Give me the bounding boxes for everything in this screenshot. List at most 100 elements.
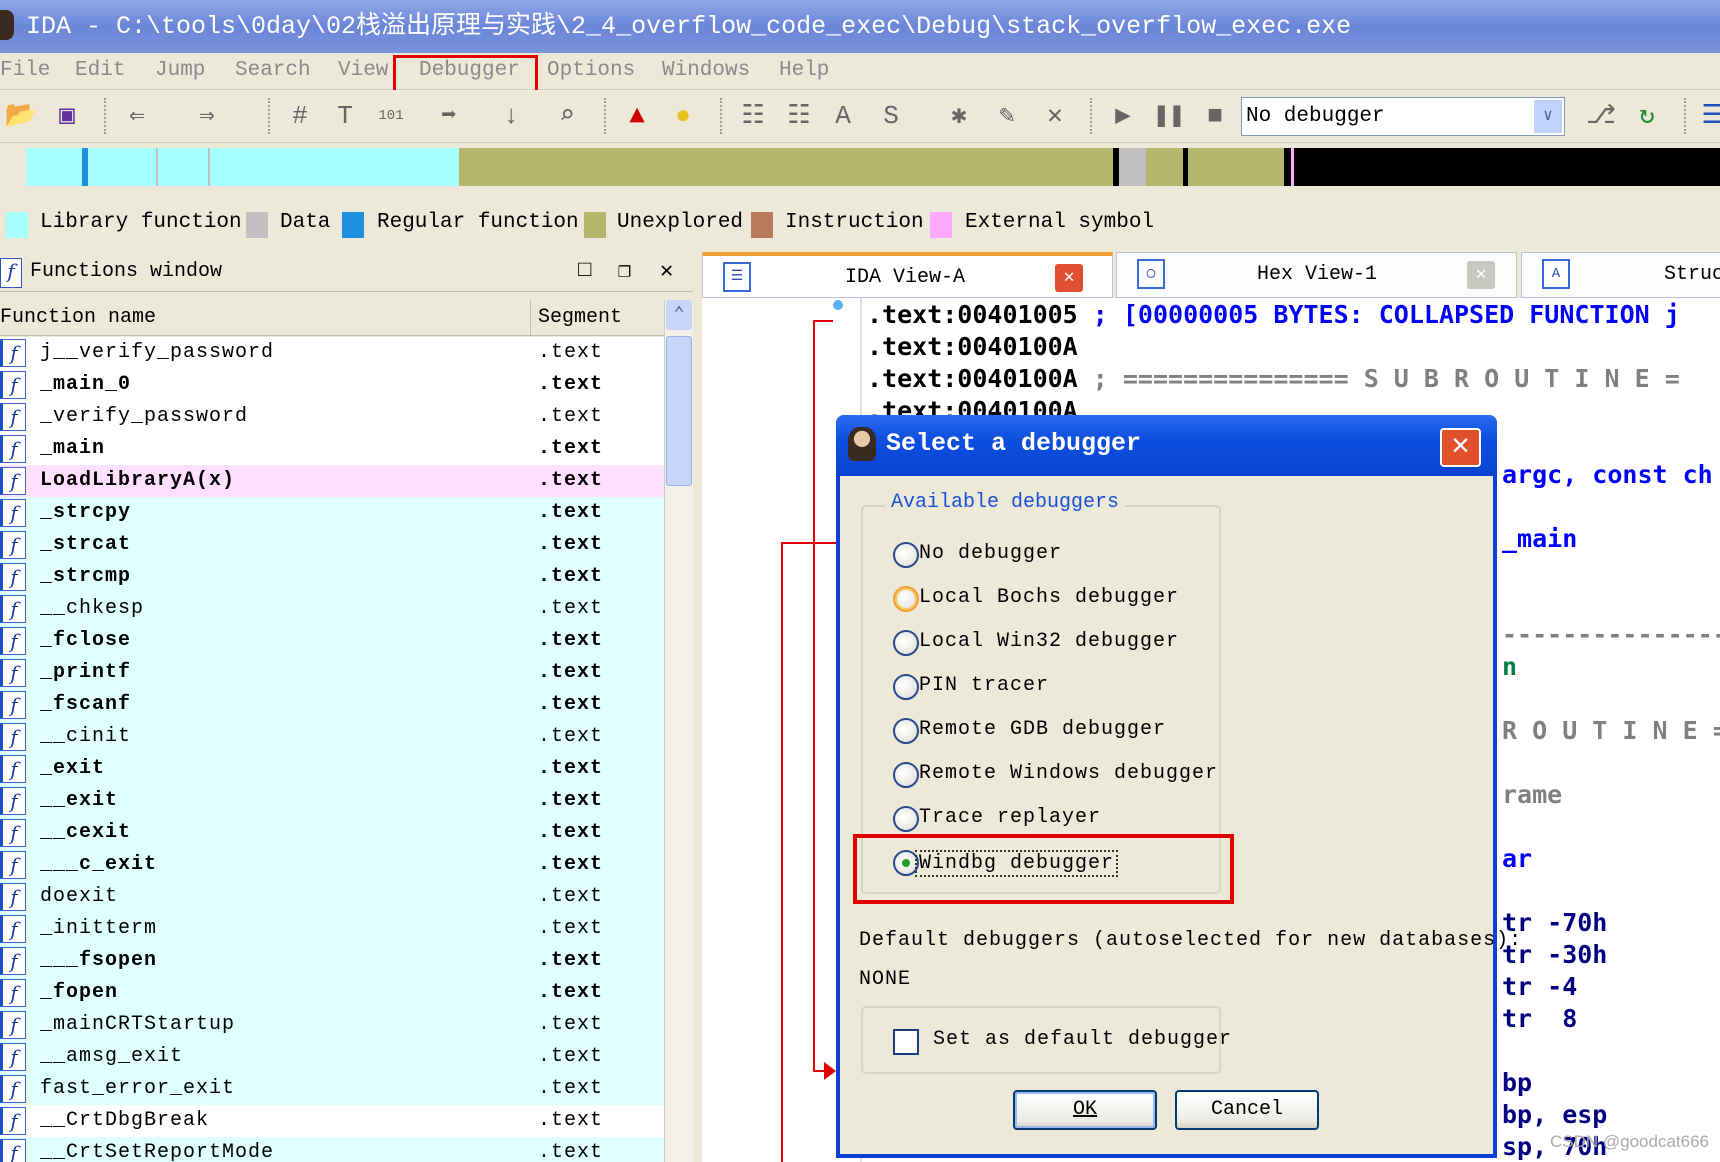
menu-edit[interactable]: Edit <box>75 59 125 82</box>
radio-local-bochs-debugger[interactable] <box>893 586 919 612</box>
restore-icon[interactable]: ❐ <box>618 258 631 284</box>
down-arrow-icon[interactable]: ↓ <box>494 98 528 134</box>
column-header-segment[interactable]: Segment <box>538 306 622 329</box>
menu-search[interactable]: Search <box>235 59 311 82</box>
radio-trace-replayer[interactable] <box>893 806 919 832</box>
function-row[interactable]: f __cinit .text <box>0 721 664 753</box>
function-row[interactable]: f _printf .text <box>0 657 664 689</box>
maximize-icon[interactable]: □ <box>578 258 591 283</box>
column-header-function-name[interactable]: Function name <box>0 306 156 329</box>
menu-help[interactable]: Help <box>779 59 829 82</box>
menu-view[interactable]: View <box>338 59 388 82</box>
function-row[interactable]: f _initterm .text <box>0 913 664 945</box>
code-fragment[interactable]: tr -4 <box>1502 972 1577 1001</box>
radio-label[interactable]: PIN tracer <box>919 674 1049 697</box>
code-fragment[interactable]: bp <box>1502 1068 1532 1097</box>
radio-remote-gdb-debugger[interactable] <box>893 718 919 744</box>
cancel-button[interactable]: Cancel <box>1175 1090 1319 1130</box>
function-row[interactable]: f _main_0 .text <box>0 369 664 401</box>
function-row[interactable]: f __CrtDbgBreak .text <box>0 1105 664 1137</box>
functions-scrollbar[interactable]: ⌃ <box>664 300 693 1162</box>
search-icon[interactable]: ⌕ <box>550 98 584 134</box>
undefine-icon[interactable]: ✱ <box>942 98 976 134</box>
code-fragment[interactable]: n <box>1502 652 1517 681</box>
function-row[interactable]: f __cexit .text <box>0 817 664 849</box>
function-row[interactable]: f _strcmp .text <box>0 561 664 593</box>
jump-icon[interactable]: ➡ <box>432 98 466 134</box>
function-row[interactable]: f _strcat .text <box>0 529 664 561</box>
hex-icon[interactable]: # <box>283 98 317 134</box>
set-default-checkbox[interactable] <box>893 1029 919 1055</box>
data-icon[interactable]: ☷ <box>782 98 816 134</box>
radio-pin-tracer[interactable] <box>893 674 919 700</box>
tab-ida-view-a[interactable]: ☰ IDA View-A ✕ <box>702 252 1113 298</box>
binary-icon[interactable]: 101 <box>374 98 408 134</box>
code-line[interactable]: .text:0040100A <box>867 332 1078 361</box>
pause-icon[interactable]: ❚❚ <box>1152 98 1186 134</box>
open-icon[interactable]: 📂 <box>4 98 38 134</box>
scroll-up-icon[interactable]: ⌃ <box>666 300 692 330</box>
code-fragment[interactable]: tr 8 <box>1502 1004 1577 1033</box>
code-fragment[interactable]: rame <box>1502 780 1562 809</box>
code-line[interactable]: .text:0040100A ; =============== S U B R… <box>867 364 1680 393</box>
back-icon[interactable]: ⇐ <box>120 98 154 134</box>
function-row[interactable]: f doexit .text <box>0 881 664 913</box>
stop-icon[interactable]: ■ <box>1198 98 1232 134</box>
function-row[interactable]: f j__verify_password .text <box>0 337 664 369</box>
struct-icon[interactable]: S <box>874 98 908 134</box>
function-row[interactable]: f __CrtSetReportMode .text <box>0 1137 664 1162</box>
list-icon[interactable]: ☰ <box>1696 98 1720 134</box>
save-icon[interactable]: ▣ <box>50 98 84 134</box>
function-row[interactable]: f LoadLibraryA(x) .text <box>0 465 664 497</box>
tab-hex-view-1[interactable]: ◯ Hex View-1 ✕ <box>1116 252 1517 298</box>
code-fragment[interactable]: _main <box>1502 524 1577 553</box>
checkbox-label[interactable]: Set as default debugger <box>933 1028 1232 1051</box>
close-icon[interactable]: ✕ <box>660 258 673 284</box>
radio-label[interactable]: Local Bochs debugger <box>919 586 1179 609</box>
chevron-down-icon[interactable]: ∨ <box>1534 100 1562 133</box>
text-icon[interactable]: T <box>328 98 362 134</box>
function-row[interactable]: f _fscanf .text <box>0 689 664 721</box>
code-fragment[interactable]: ------------------- <box>1502 620 1720 649</box>
function-row[interactable]: f _fclose .text <box>0 625 664 657</box>
function-row[interactable]: f ___c_exit .text <box>0 849 664 881</box>
function-row[interactable]: f fast_error_exit .text <box>0 1073 664 1105</box>
radio-local-win32-debugger[interactable] <box>893 630 919 656</box>
function-row[interactable]: f __exit .text <box>0 785 664 817</box>
radio-label[interactable]: Remote Windows debugger <box>919 762 1218 785</box>
forward-icon[interactable]: ⇒ <box>190 98 224 134</box>
menu-file[interactable]: File <box>0 59 50 82</box>
ok-button[interactable]: OK <box>1013 1090 1157 1130</box>
radio-label[interactable]: No debugger <box>919 542 1062 565</box>
ascii-icon[interactable]: A <box>826 98 860 134</box>
bulb-icon[interactable]: ● <box>666 98 700 134</box>
function-row[interactable]: f _strcpy .text <box>0 497 664 529</box>
delete-icon[interactable]: ✕ <box>1038 98 1072 134</box>
function-row[interactable]: f _main .text <box>0 433 664 465</box>
play-icon[interactable]: ▶ <box>1106 98 1140 134</box>
function-row[interactable]: f _mainCRTStartup .text <box>0 1009 664 1041</box>
radio-remote-windows-debugger[interactable] <box>893 762 919 788</box>
radio-label[interactable]: Local Win32 debugger <box>919 630 1179 653</box>
radio-label[interactable]: Trace replayer <box>919 806 1101 829</box>
tab-structures[interactable]: A Struc <box>1521 252 1720 298</box>
function-row[interactable]: f ___fsopen .text <box>0 945 664 977</box>
tab-close-icon[interactable]: ✕ <box>1055 264 1083 292</box>
menu-jump[interactable]: Jump <box>155 59 205 82</box>
code-fragment[interactable]: R O U T I N E = <box>1502 716 1720 745</box>
function-row[interactable]: f __amsg_exit .text <box>0 1041 664 1073</box>
code-line[interactable]: .text:00401005 ; [00000005 BYTES: COLLAP… <box>867 300 1680 329</box>
tab-close-icon[interactable]: ✕ <box>1467 261 1495 289</box>
attach-icon[interactable]: ⎇ <box>1584 98 1618 134</box>
radio-label[interactable]: Remote GDB debugger <box>919 718 1166 741</box>
navigation-band[interactable] <box>0 146 1720 188</box>
code-icon[interactable]: ☷ <box>736 98 770 134</box>
edit-icon[interactable]: ✎ <box>990 98 1024 134</box>
scrollbar-thumb[interactable] <box>666 336 692 486</box>
code-fragment[interactable]: bp, esp <box>1502 1100 1607 1129</box>
radio-no-debugger[interactable] <box>893 542 919 568</box>
function-row[interactable]: f __chkesp .text <box>0 593 664 625</box>
debugger-dropdown[interactable]: No debugger ∨ <box>1241 97 1565 136</box>
code-fragment[interactable]: argc, const ch <box>1502 460 1713 489</box>
warning-icon[interactable]: ▲ <box>620 98 654 134</box>
